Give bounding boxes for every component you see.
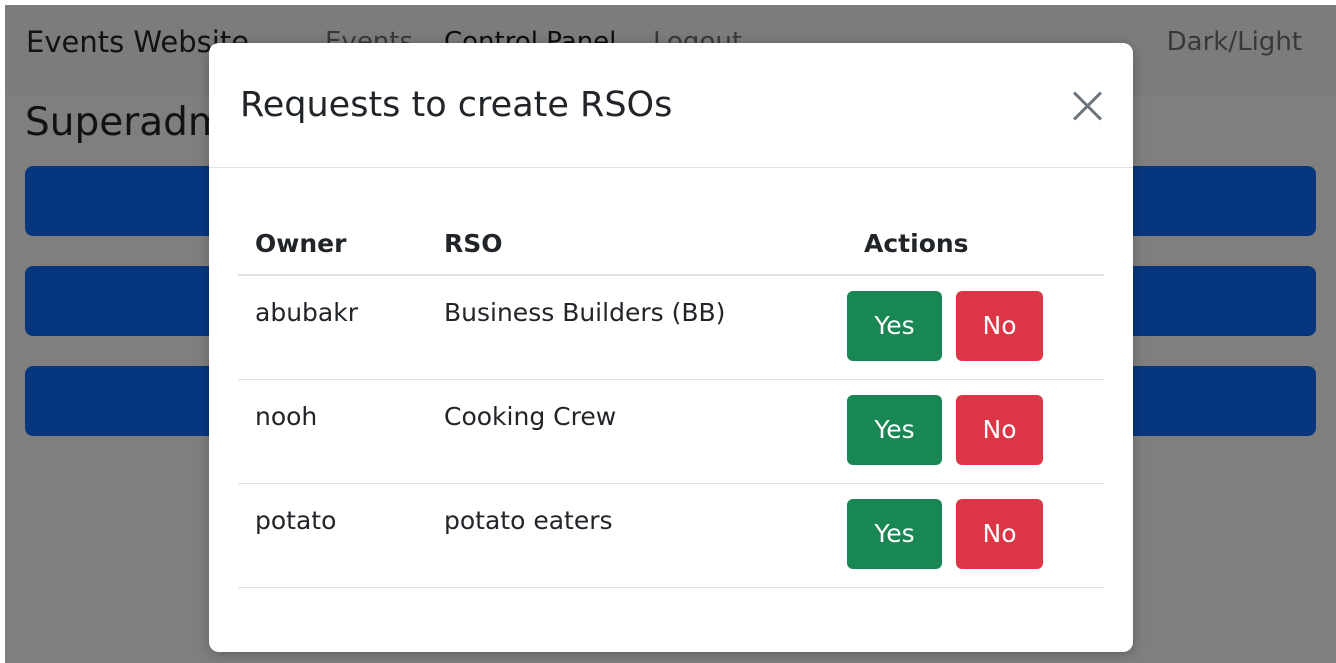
rso-requests-modal: Requests to create RSOs Owner RSO Action… (209, 43, 1133, 652)
reject-button[interactable]: No (956, 291, 1043, 361)
rso-cell: potato eaters (427, 483, 847, 588)
actions-cell: Yes No (847, 275, 1104, 380)
reject-button[interactable]: No (956, 394, 1043, 465)
column-header-owner: Owner (238, 213, 427, 276)
frame-left (0, 0, 5, 663)
column-header-actions: Actions (847, 213, 1104, 276)
rso-cell: Business Builders (BB) (427, 275, 847, 380)
table-row: abubakr Business Builders (BB) Yes No (238, 275, 1104, 380)
reject-button[interactable]: No (956, 498, 1043, 569)
table-row: nooh Cooking Crew Yes No (238, 379, 1104, 484)
requests-table-wrapper: Owner RSO Actions abubakr Business Build… (238, 213, 1104, 588)
owner-cell: nooh (238, 379, 427, 484)
requests-table: Owner RSO Actions abubakr Business Build… (238, 213, 1104, 588)
column-header-rso: RSO (427, 213, 847, 276)
actions-cell: Yes No (847, 379, 1104, 484)
approve-button[interactable]: Yes (847, 498, 942, 569)
rso-cell: Cooking Crew (427, 379, 847, 484)
actions-cell: Yes No (847, 483, 1104, 588)
table-header-row: Owner RSO Actions (238, 213, 1104, 276)
modal-header: Requests to create RSOs (209, 43, 1133, 168)
owner-cell: abubakr (238, 275, 427, 380)
approve-button[interactable]: Yes (847, 394, 942, 465)
table-row: potato potato eaters Yes No (238, 483, 1104, 588)
close-icon[interactable] (1068, 87, 1106, 125)
modal-title: Requests to create RSOs (240, 85, 673, 125)
owner-cell: potato (238, 483, 427, 588)
frame-top (0, 0, 1336, 5)
approve-button[interactable]: Yes (847, 291, 942, 361)
